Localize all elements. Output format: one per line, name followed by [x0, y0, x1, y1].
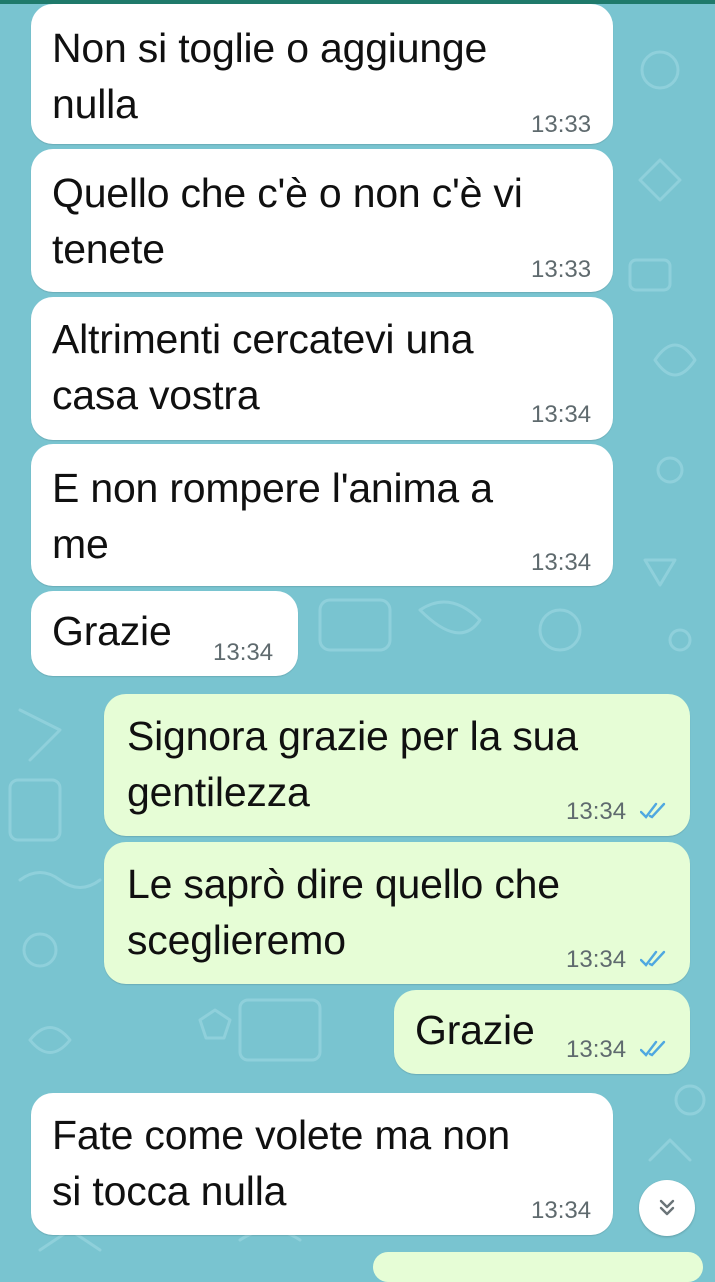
message-text: Non si toglie o aggiunge nulla: [52, 25, 488, 127]
message-timestamp: 13:33: [531, 256, 592, 283]
message-timestamp: 13:34: [531, 401, 592, 428]
message-timestamp: 13:34: [531, 1197, 592, 1224]
message-list[interactable]: Non si toglie o aggiunge nulla 13:33 Que…: [0, 0, 715, 1282]
next-outgoing-message-peek: [373, 1252, 703, 1282]
outgoing-message[interactable]: Signora grazie per la sua gentilezza 13:…: [104, 694, 690, 836]
incoming-message[interactable]: Non si toglie o aggiunge nulla 13:33: [31, 4, 613, 144]
message-timestamp: 13:34: [566, 798, 627, 825]
message-text: Fate come volete ma non si tocca nulla: [52, 1112, 511, 1214]
scroll-to-bottom-button[interactable]: [639, 1180, 695, 1236]
read-receipt-icon: [640, 950, 666, 967]
message-timestamp: 13:34: [531, 549, 592, 576]
read-receipt-icon: [640, 1040, 666, 1057]
message-text: Altrimenti cercatevi una casa vostra: [52, 316, 474, 418]
message-text: Quello che c'è o non c'è vi tenete: [52, 170, 523, 272]
read-receipt-icon: [640, 802, 666, 819]
double-chevron-down-icon: [659, 1199, 675, 1216]
incoming-message[interactable]: Altrimenti cercatevi una casa vostra 13:…: [31, 297, 613, 440]
incoming-message[interactable]: Fate come volete ma non si tocca nulla 1…: [31, 1093, 613, 1235]
message-text: E non rompere l'anima a me: [52, 465, 493, 567]
message-text: Grazie: [52, 608, 172, 654]
message-timestamp: 13:34: [213, 639, 274, 666]
message-timestamp: 13:34: [566, 946, 627, 973]
message-text: Grazie: [415, 1007, 535, 1053]
incoming-message[interactable]: Quello che c'è o non c'è vi tenete 13:33: [31, 149, 613, 292]
outgoing-message[interactable]: Le saprò dire quello che sceglieremo 13:…: [104, 842, 690, 984]
incoming-message[interactable]: E non rompere l'anima a me 13:34: [31, 444, 613, 586]
message-timestamp: 13:34: [566, 1036, 627, 1063]
incoming-message[interactable]: Grazie 13:34: [31, 591, 298, 676]
message-timestamp: 13:33: [531, 111, 592, 138]
outgoing-message[interactable]: Grazie 13:34: [394, 990, 690, 1074]
